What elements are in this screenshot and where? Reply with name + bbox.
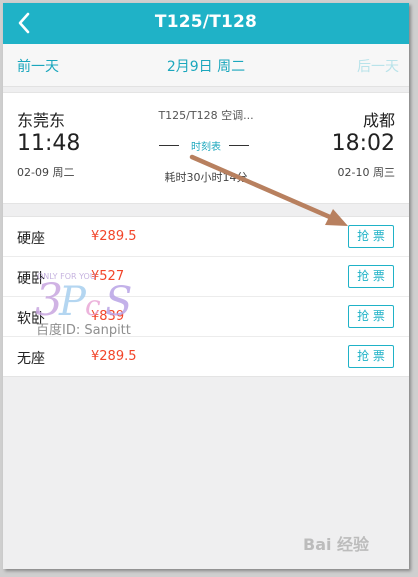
app-frame: T125/T128 前一天 2月9日 周二 后一天 东莞东 11:48 02-0… bbox=[3, 3, 409, 569]
annotation-arrow-icon bbox=[189, 154, 348, 226]
baidu-jingyan-watermark: Bai 经验 bbox=[303, 535, 370, 554]
